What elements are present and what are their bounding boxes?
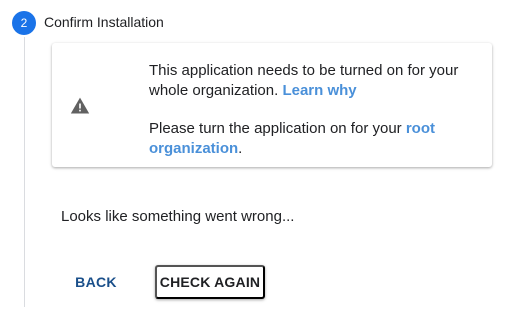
confirm-installation-step: 2 Confirm Installation This application …: [0, 0, 515, 322]
notice-line-2: Please turn the application on for your: [149, 120, 402, 137]
notice-text: This application needs to be turned on f…: [149, 61, 479, 159]
notice-paragraph-1: This application needs to be turned on f…: [149, 61, 479, 101]
error-message: Looks like something went wrong...: [61, 208, 295, 225]
learn-why-link[interactable]: Learn why: [282, 82, 356, 99]
warning-icon: [70, 97, 90, 114]
step-connector-line: [24, 37, 25, 307]
step-number-badge: 2: [12, 11, 36, 35]
check-again-button[interactable]: CHECK AGAIN: [155, 265, 265, 299]
notice-paragraph-2: Please turn the application on for your …: [149, 119, 479, 159]
step-number: 2: [20, 16, 28, 30]
notice-card: This application needs to be turned on f…: [52, 43, 492, 167]
notice-line-2-end: .: [238, 140, 243, 157]
step-title: Confirm Installation: [44, 14, 164, 30]
back-button[interactable]: BACK: [60, 265, 132, 299]
